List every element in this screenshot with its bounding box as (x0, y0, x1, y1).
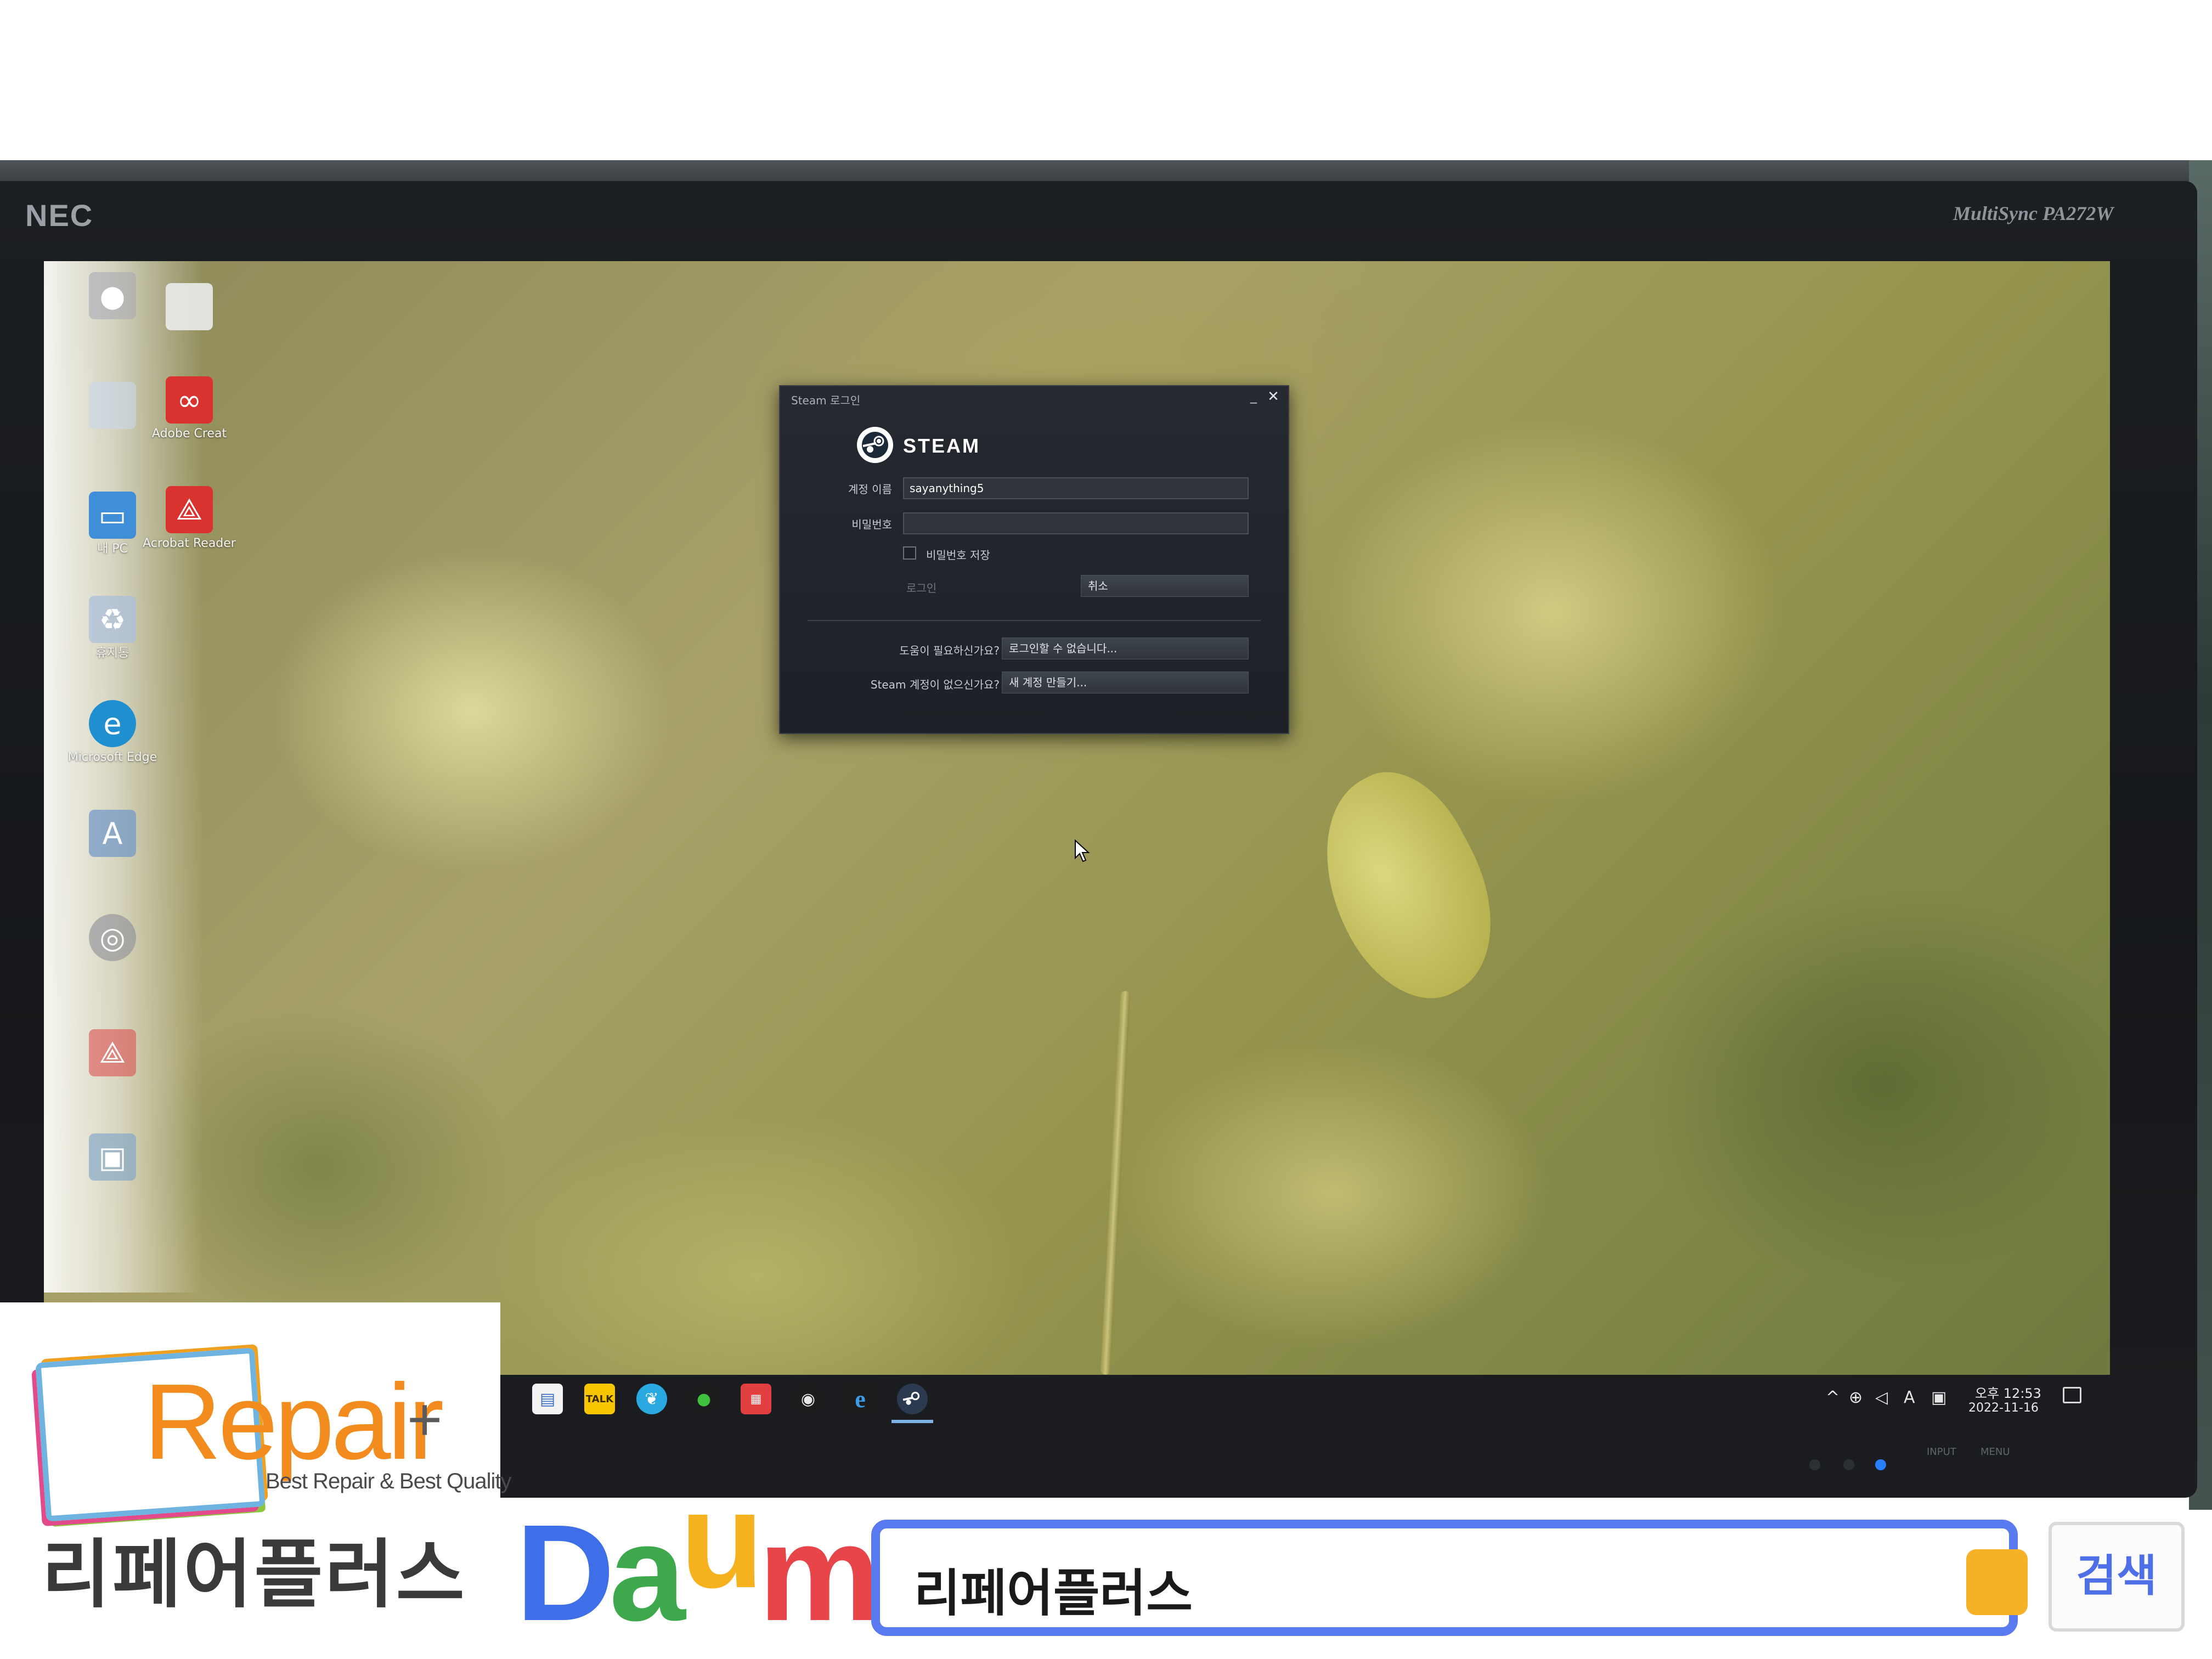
logo-plus: + (407, 1386, 443, 1453)
recycle-bin-icon: ♻ (89, 596, 136, 643)
monitor-button (1843, 1459, 1854, 1470)
account-name-input[interactable]: sayanything5 (903, 477, 1249, 499)
app-icon: A (89, 810, 136, 857)
desktop-icon-label: Acrobat Reader (143, 537, 236, 550)
daum-letter-d: D (516, 1496, 615, 1649)
monitor-input-label: INPUT (1927, 1446, 1956, 1458)
notepad-icon[interactable]: ▤ (532, 1384, 563, 1414)
desktop-icon[interactable]: ◎ (66, 914, 159, 964)
dialog-titlebar[interactable]: Steam 로그인 _ ✕ (780, 386, 1288, 407)
chrome-like-icon[interactable]: ◉ (793, 1384, 823, 1414)
ime-indicator[interactable]: A (1904, 1388, 1915, 1407)
edge-icon: e (89, 700, 136, 747)
cursor-svg (1075, 839, 1090, 862)
remember-password-label[interactable]: 비밀번호 저장 (926, 546, 990, 562)
volume-muted-icon[interactable]: ◁ (1875, 1388, 1888, 1407)
logo-korean-name: 리페어플러스 (42, 1532, 467, 1618)
create-account-button[interactable]: 새 계정 만들기... (1002, 672, 1249, 693)
steam-logo-svg (862, 432, 888, 458)
desktop-icon-label: Adobe Creat (151, 427, 227, 441)
repairplus-logo: Repair + Best Repair & Best Quality 리페어플… (0, 1302, 512, 1659)
close-button[interactable]: ✕ (1265, 388, 1282, 405)
notification-icon[interactable] (2063, 1387, 2081, 1403)
desktop-icon[interactable]: ⟁ (66, 1029, 159, 1080)
dialog-divider (808, 620, 1261, 621)
active-app-indicator (891, 1420, 933, 1423)
adobe-creative-cloud-icon: ∞ (166, 376, 213, 424)
cant-login-button[interactable]: 로그인할 수 없습니다... (1002, 637, 1249, 659)
desktop-icon[interactable]: ∞ Adobe Creat (143, 376, 236, 441)
steam-icon[interactable] (897, 1384, 928, 1414)
cancel-button[interactable]: 취소 (1081, 575, 1249, 597)
desktop-icon[interactable]: ▣ (66, 1133, 159, 1184)
dialog-title: Steam 로그인 (791, 394, 861, 407)
desktop-icon-label: Microsoft Edge (67, 751, 157, 764)
steam-taskbar-svg (902, 1391, 920, 1405)
search-input[interactable]: 리페어플러스 (871, 1520, 2028, 1636)
tray-chevron-icon[interactable]: ^ (1826, 1388, 1839, 1407)
search-query: 리페어플러스 (914, 1564, 1193, 1623)
logo-wordmark: Repair (144, 1362, 444, 1482)
blank-icon (89, 382, 136, 429)
monitor-button (1809, 1459, 1820, 1470)
monitor-model: MultiSync PA272W (1953, 202, 2114, 224)
desktop-icon[interactable]: e Microsoft Edge (66, 700, 159, 765)
desktop-icon[interactable]: ♻ 휴지통 (66, 596, 159, 661)
steam-wordmark: STEAM (903, 435, 980, 457)
green-app-icon[interactable]: ● (689, 1384, 719, 1414)
password-input[interactable] (903, 512, 1249, 534)
keyboard-icon[interactable]: ▣ (1931, 1388, 1946, 1407)
logo-tagline: Best Repair & Best Quality (266, 1469, 512, 1493)
page: NEC MultiSync PA272W ● ∞ Adobe Creat ▭ 내… (0, 0, 2212, 1659)
blank-file-icon (166, 283, 213, 330)
acrobat-icon: ⟁ (89, 1029, 136, 1076)
user-folder-icon: ● (89, 272, 136, 319)
daum-letter-a: a (609, 1496, 686, 1649)
daum-letter-m: m (758, 1496, 880, 1649)
clock-time[interactable]: 오후 12:53 (1975, 1383, 2041, 1402)
no-account-question: Steam 계정이 없으신가요? (870, 678, 1000, 691)
app-icon: ▣ (89, 1133, 136, 1181)
password-label: 비밀번호 (851, 518, 892, 531)
login-button[interactable]: 로그인 (906, 579, 936, 595)
monitor-menu-label: MENU (1980, 1446, 2010, 1458)
kakaotalk-icon[interactable]: TALK (584, 1384, 615, 1414)
bird-app-icon[interactable]: ❦ (636, 1384, 667, 1414)
daum-logo: Daum (516, 1471, 881, 1659)
remember-password-checkbox[interactable] (903, 546, 916, 560)
acrobat-reader-icon: ⟁ (166, 486, 213, 533)
pdf-app-icon[interactable]: ▦ (741, 1384, 771, 1414)
monitor-brand: NEC (25, 198, 94, 233)
internet-explorer-icon[interactable]: e (845, 1384, 876, 1414)
this-pc-icon: ▭ (89, 492, 136, 539)
wallpaper-stem (1100, 991, 1131, 1375)
minimize-button[interactable]: _ (1246, 388, 1261, 404)
network-icon[interactable]: ⊕ (1849, 1388, 1863, 1407)
app-icon: ◎ (89, 914, 136, 961)
desktop-icon[interactable]: A (66, 810, 159, 860)
power-led-icon (1875, 1459, 1886, 1470)
steam-logo-icon (857, 427, 893, 463)
desktop-icon-label: 휴지통 (95, 646, 129, 660)
wallpaper-leaf (1288, 750, 1527, 1023)
desktop-icon[interactable] (143, 283, 236, 334)
keyboard-icon[interactable] (1966, 1549, 2028, 1615)
help-question: 도움이 필요하신가요? (899, 644, 1000, 657)
steam-login-dialog: Steam 로그인 _ ✕ STEAM 계정 이름 sayanything5 비… (779, 385, 1289, 734)
search-button[interactable]: 검색 (2049, 1522, 2185, 1632)
clock-date[interactable]: 2022-11-16 (1968, 1401, 2039, 1415)
daum-letter-u: u (680, 1463, 764, 1616)
account-label: 계정 이름 (848, 483, 892, 496)
desktop-icon[interactable]: ⟁ Acrobat Reader (143, 486, 236, 551)
